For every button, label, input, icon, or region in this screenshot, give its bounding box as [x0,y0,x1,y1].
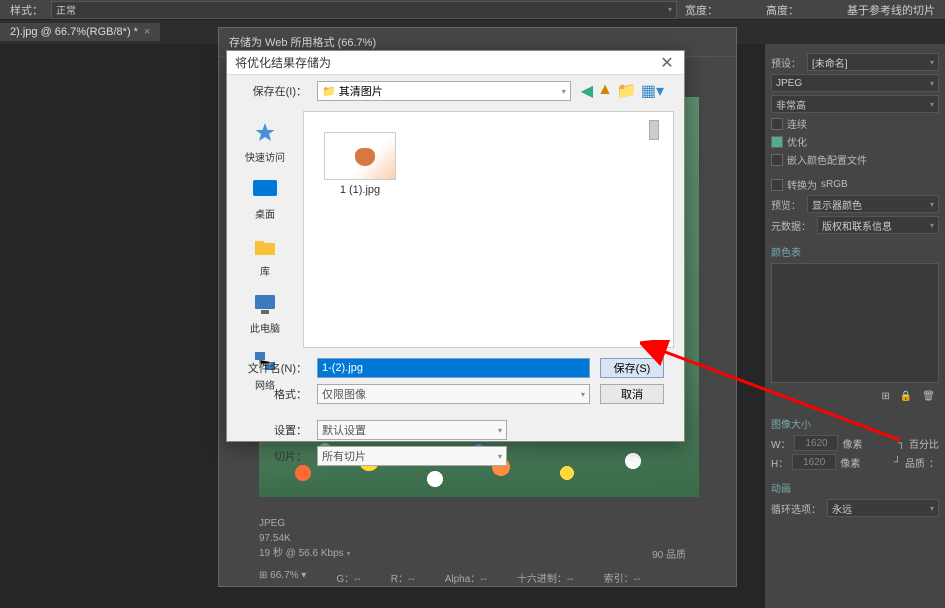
height-input[interactable] [792,454,836,470]
computer-icon [251,290,279,318]
places-sidebar: 快速访问 桌面 库 此电脑 网络 [227,107,303,352]
width-label: 宽度： [685,2,718,18]
cancel-button[interactable]: 取消 [600,384,664,404]
location-dropdown[interactable]: 📁 其清图片 ▾ [317,81,571,101]
slice-dropdown[interactable]: 所有切片▾ [317,446,507,466]
format-dropdown[interactable]: JPEG▾ [771,74,939,92]
loop-dropdown[interactable]: 永远▾ [827,499,939,517]
new-folder-icon[interactable]: 📁 [617,81,637,101]
settings-dropdown[interactable]: 默认设置▾ [317,420,507,440]
preview-label: 预览： [771,197,801,212]
scrollbar[interactable] [649,120,661,339]
sidebar-desktop[interactable]: 桌面 [231,172,299,225]
quality-dropdown[interactable]: 非常高▾ [771,95,939,113]
close-icon[interactable]: ✕ [658,54,676,72]
lock-icon[interactable]: 🔒 [900,391,912,402]
style-label: 样式： [10,2,43,18]
metadata-dropdown[interactable]: 版权和联系信息▾ [817,216,939,234]
optimize-check[interactable]: 优化 [771,134,939,149]
height-label: 高度： [766,2,799,18]
thumbnail-icon [324,132,396,180]
embed-profile-check[interactable]: 嵌入颜色配置文件 [771,152,939,167]
right-options-panel: 预设： [未命名]▾ JPEG▾ 非常高▾ 连续 优化 嵌入颜色配置文件 转换为… [765,44,945,608]
view-icon[interactable]: ▦▾ [641,81,664,101]
refline-label: 基于参考线的切片 [847,2,935,18]
convert-check[interactable]: 转换为 sRGB [771,177,939,192]
sidebar-quickaccess[interactable]: 快速访问 [231,115,299,168]
options-bar: 样式： 正常▾ 宽度： 高度： 基于参考线的切片 [0,0,945,20]
back-icon[interactable]: ◀ [581,81,593,101]
dialog-title: 将优化结果存储为 [235,54,331,71]
preview-status: JPEG 97.54K 19 秒 @ 56.6 Kbps ▾ [259,516,350,561]
savein-label: 保存在(I)： [247,83,307,99]
preview-quality: 90 品质 [652,546,686,561]
star-icon [251,119,279,147]
nav-toolbar: ◀ ▲ 📁 ▦▾ [581,81,664,101]
desktop-icon [251,176,279,204]
swatch-icon[interactable]: ⊞ [881,391,889,402]
filename-label: 文件名(N)： [247,360,307,376]
file-item[interactable]: 1 (1).jpg [324,132,396,196]
animation-title: 动画 [771,480,939,495]
sidebar-thispc[interactable]: 此电脑 [231,286,299,339]
settings-label: 设置： [247,422,307,438]
save-file-dialog: 将优化结果存储为 ✕ 保存在(I)： 📁 其清图片 ▾ ◀ ▲ 📁 ▦▾ 快速访… [226,50,685,442]
folder-icon [251,233,279,261]
dialog-title-bar[interactable]: 将优化结果存储为 ✕ [227,51,684,75]
metadata-label: 元数据： [771,218,811,233]
close-icon[interactable]: × [144,26,150,38]
progressive-check[interactable]: 连续 [771,116,939,131]
loop-label: 循环选项： [771,501,821,516]
format-label: 格式： [247,386,307,402]
trash-icon[interactable]: 🗑 [922,391,935,402]
filename-input[interactable] [317,358,590,378]
style-select[interactable]: 正常▾ [51,1,677,19]
up-icon[interactable]: ▲ [597,81,613,101]
tab-label: 2).jpg @ 66.7%(RGB/8*) * [10,26,138,38]
slice-label: 切片： [247,448,307,464]
color-table-title: 颜色表 [771,244,939,259]
quality-label: 品质 [905,455,925,470]
save-button[interactable]: 保存(S) [600,358,664,378]
sidebar-libraries[interactable]: 库 [231,229,299,282]
info-bar: ⊞ 66.7% ▾ G：-- R：-- Alpha：-- 十六进制：-- 索引：… [259,570,716,585]
preset-dropdown[interactable]: [未命名]▾ [807,53,939,71]
color-swatch-area [771,263,939,383]
file-list[interactable]: 1 (1).jpg [303,111,674,348]
format-dropdown[interactable]: 仅限图像▾ [317,384,590,404]
width-input[interactable] [794,435,838,451]
document-tab[interactable]: 2).jpg @ 66.7%(RGB/8*) * × [0,23,160,41]
preset-label: 预设： [771,55,801,70]
image-size-title: 图像大小 [771,416,939,431]
preview-dropdown[interactable]: 显示器颜色▾ [807,195,939,213]
